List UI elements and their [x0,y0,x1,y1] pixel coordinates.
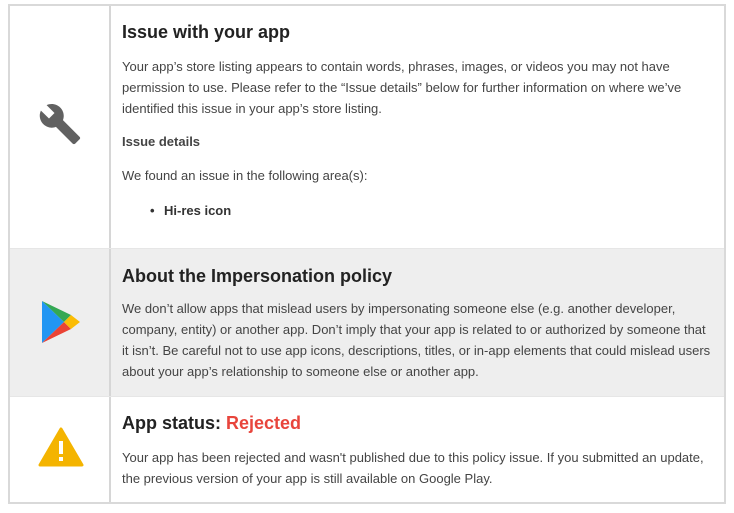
status-title-prefix: App status: [122,413,227,433]
issue-row: Issue with your app Your app’s store lis… [10,6,724,248]
issue-details-label: Issue details [122,134,201,149]
wrench-icon [38,102,82,146]
policy-row: About the Impersonation policy We don’t … [10,248,724,396]
policy-description: We don’t allow apps that mislead users b… [122,301,711,379]
issue-icon-cell [10,6,111,248]
issue-description: Your app’s store listing appears to cont… [122,59,682,116]
policy-notice-table: Issue with your app Your app’s store lis… [8,4,726,504]
status-description: Your app has been rejected and wasn't pu… [122,450,704,486]
warning-icon [38,427,84,467]
issue-area-intro: We found an issue in the following area(… [122,168,368,183]
status-row: App status: Rejected Your app has been r… [10,396,724,502]
google-play-icon [40,299,82,345]
issue-title: Issue with your app [122,22,291,42]
status-title: App status: Rejected [122,413,301,434]
policy-title: About the Impersonation policy [122,266,393,286]
issue-area-item: Hi-res icon [150,203,231,218]
policy-icon-cell [10,249,111,396]
status-icon-cell [10,397,111,502]
status-badge: Rejected [226,413,302,433]
